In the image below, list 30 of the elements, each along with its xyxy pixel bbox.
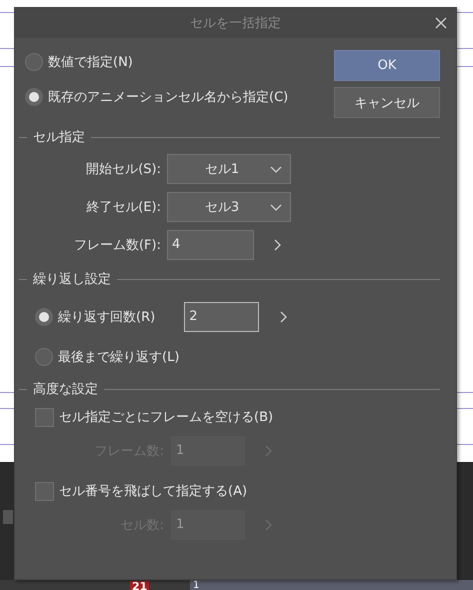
frame-number-badge: 21 bbox=[130, 581, 150, 590]
section-title: 高度な設定 bbox=[33, 381, 98, 398]
cancel-button[interactable]: キャンセル bbox=[334, 87, 440, 118]
checkbox-label[interactable]: セル番号を飛ばして指定する(A) bbox=[59, 482, 248, 500]
repeat-count-field[interactable]: 2 bbox=[184, 302, 260, 332]
radio-button[interactable] bbox=[35, 308, 53, 326]
end-cell-dropdown[interactable]: セル3 bbox=[167, 192, 291, 222]
radio-button[interactable] bbox=[25, 88, 43, 106]
checkbox[interactable] bbox=[35, 482, 54, 500]
checkbox-label[interactable]: セル指定ごとにフレームを空ける(B) bbox=[59, 408, 274, 426]
chevron-down-icon bbox=[270, 204, 282, 212]
checkbox[interactable] bbox=[35, 408, 54, 426]
radio-button[interactable] bbox=[25, 53, 43, 71]
field-label: 開始セル(S): bbox=[85, 161, 161, 178]
field-label: 終了セル(E): bbox=[85, 199, 161, 216]
field-label: フレーム数(F): bbox=[72, 237, 161, 254]
radio-label[interactable]: 繰り返す回数(R) bbox=[58, 308, 156, 326]
radio-label[interactable]: 最後まで繰り返す(L) bbox=[58, 348, 180, 366]
section-title: セル指定 bbox=[33, 129, 85, 146]
close-icon[interactable] bbox=[435, 17, 447, 29]
window-title: セルを一括指定 bbox=[190, 15, 281, 32]
chevron-down-icon bbox=[270, 166, 282, 174]
cell-label: 1 bbox=[190, 580, 473, 590]
start-cell-dropdown[interactable]: セル1 bbox=[167, 154, 291, 184]
radio-label[interactable]: 既存のアニメーションセル名から指定(C) bbox=[48, 88, 288, 106]
ok-button[interactable]: OK bbox=[334, 50, 440, 81]
radio-label[interactable]: 数値で指定(N) bbox=[48, 53, 133, 71]
frame-count-field[interactable]: 4 bbox=[167, 230, 254, 260]
section-title: 繰り返し設定 bbox=[33, 271, 111, 288]
radio-button[interactable] bbox=[35, 348, 53, 366]
